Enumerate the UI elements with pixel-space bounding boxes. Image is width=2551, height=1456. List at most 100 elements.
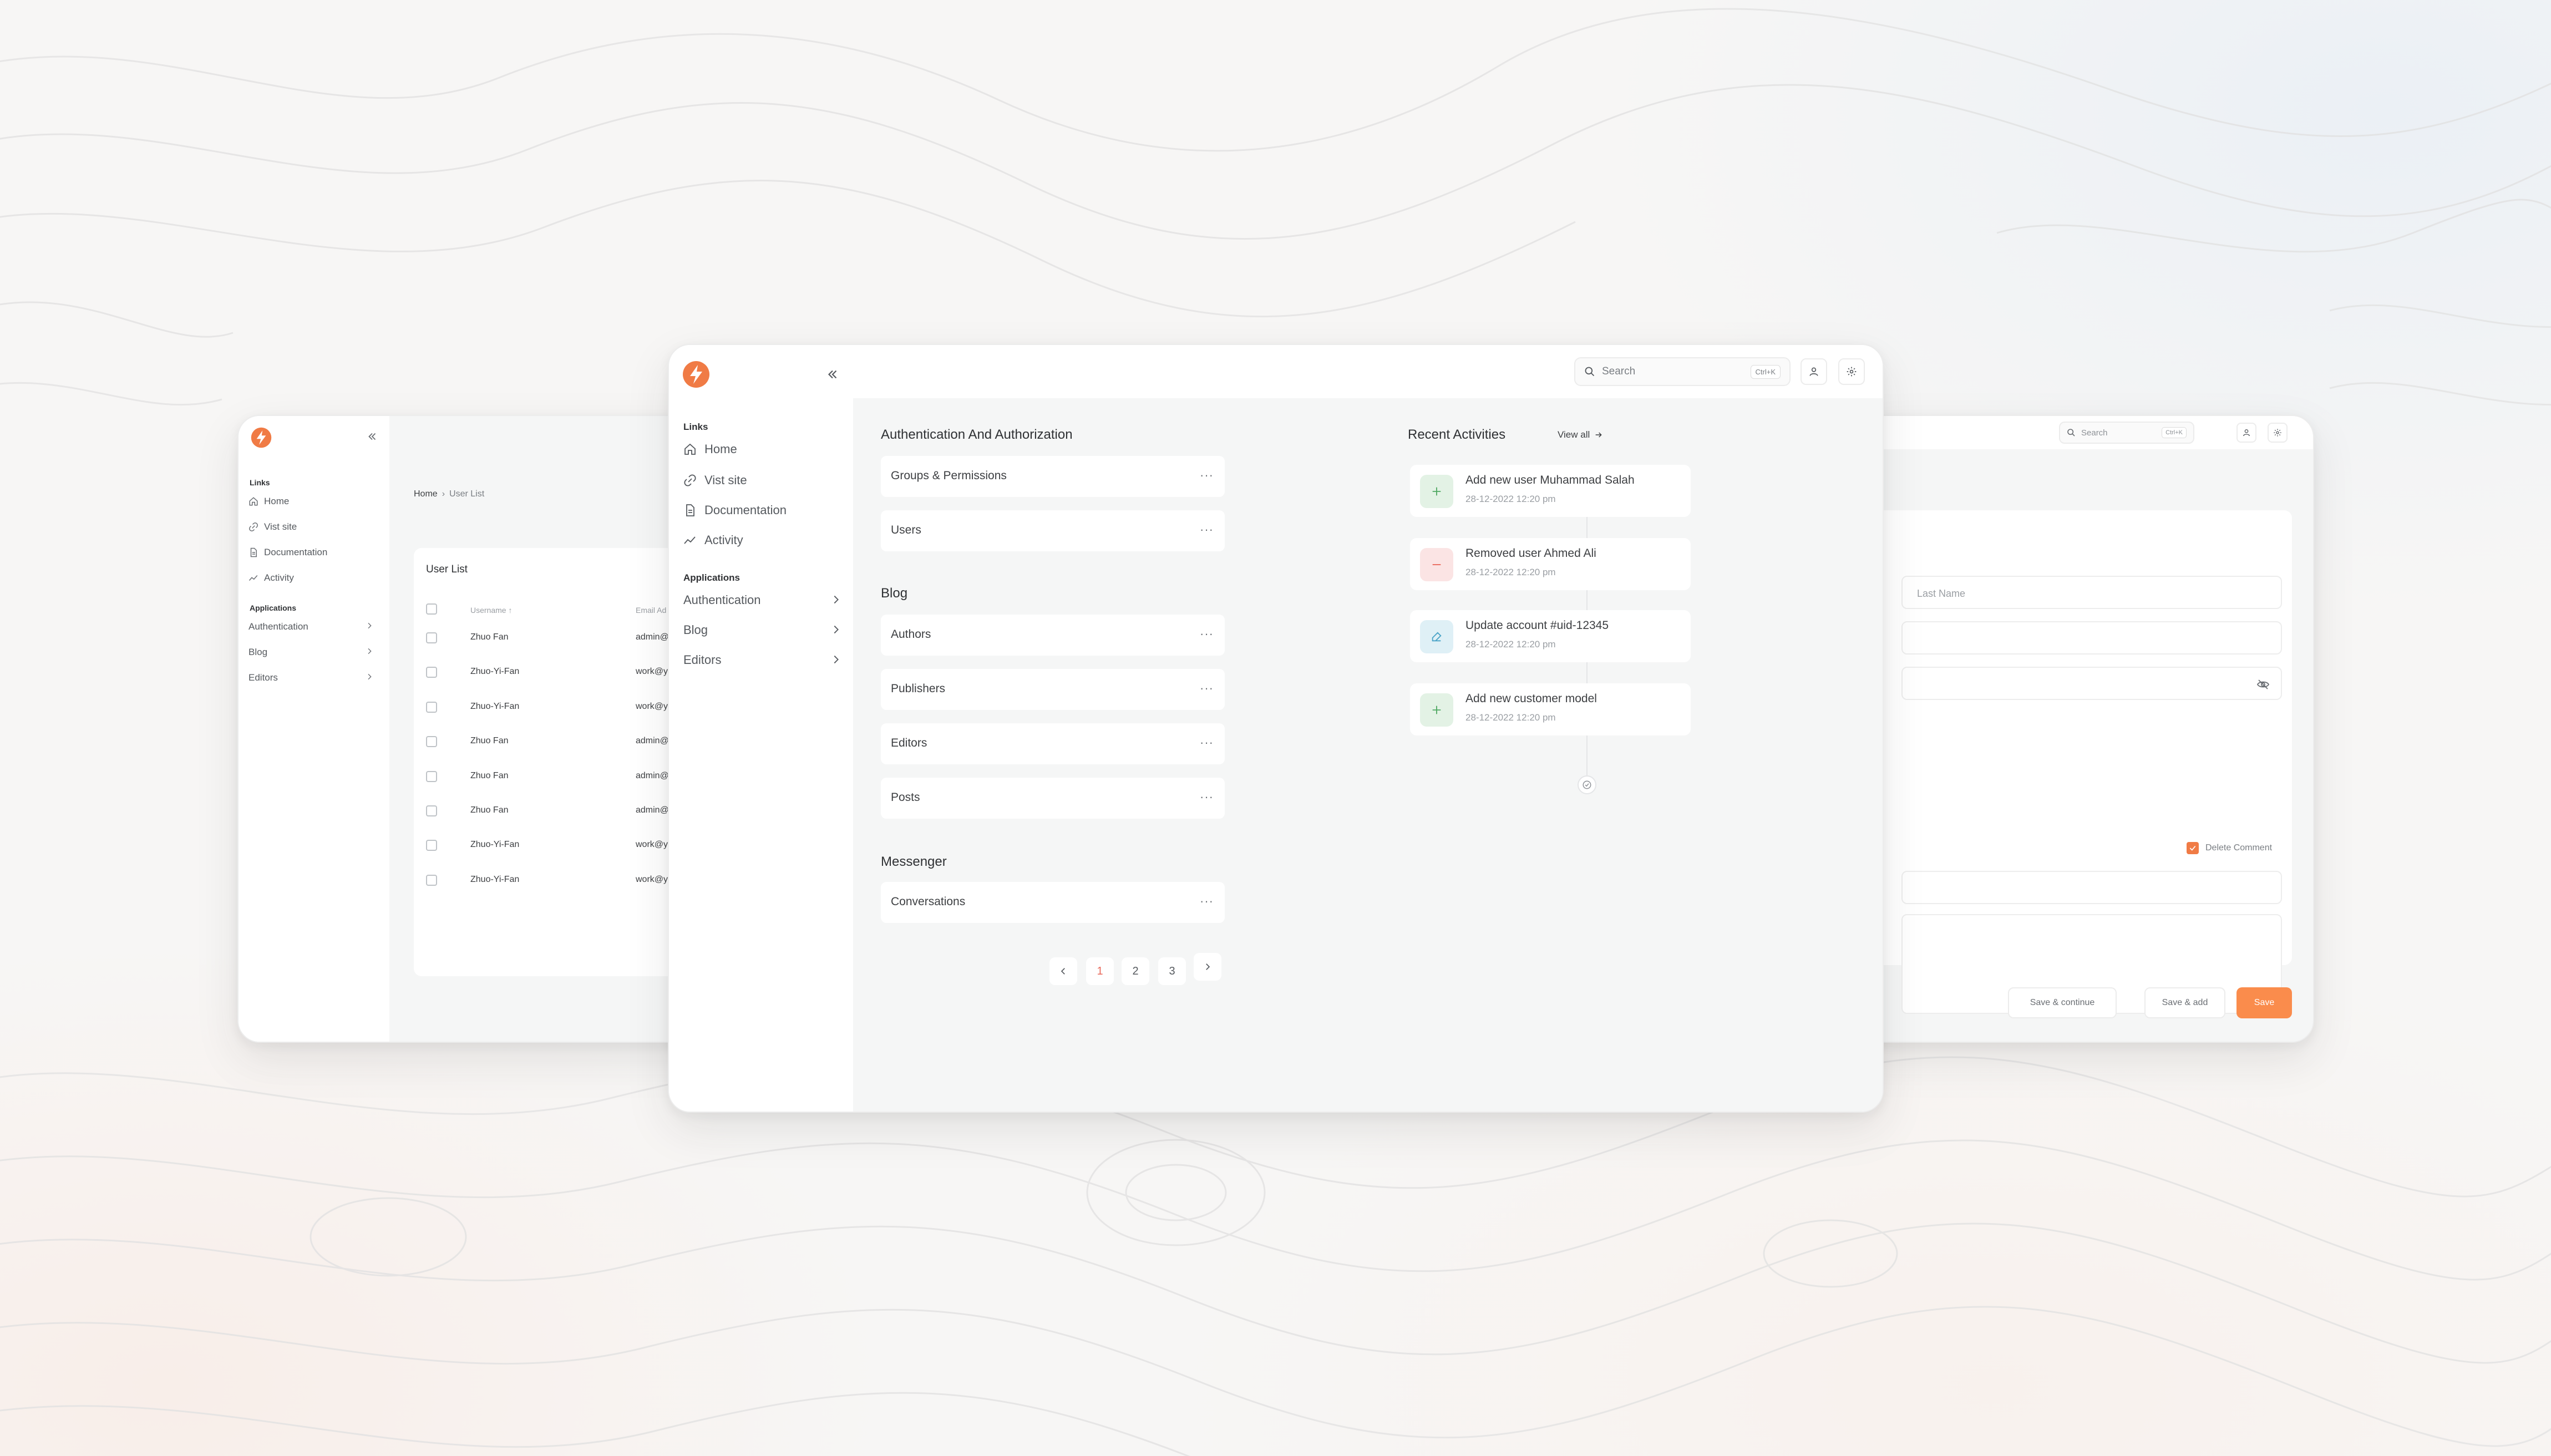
more-options-icon[interactable]: ···: [1200, 681, 1214, 696]
column-header-email[interactable]: Email Ad: [636, 606, 666, 615]
page-2-button[interactable]: 2: [1122, 957, 1149, 985]
row-checkbox[interactable]: [426, 667, 437, 678]
user-menu-button[interactable]: [2236, 423, 2256, 443]
username-cell: Zhuo-Yi-Fan: [470, 840, 520, 849]
save-add-button[interactable]: Save & add: [2144, 987, 2225, 1018]
activity-item[interactable]: Update account #uid-12345 28-12-2022 12:…: [1410, 610, 1691, 662]
list-item-conversations[interactable]: Conversations ···: [881, 882, 1225, 923]
arrow-right-icon: [1594, 430, 1603, 439]
plus-icon: [1420, 475, 1453, 508]
collapse-sidebar-icon[interactable]: [825, 367, 840, 382]
more-options-icon[interactable]: ···: [1200, 627, 1214, 641]
more-options-icon[interactable]: ···: [1200, 522, 1214, 537]
search-input[interactable]: Search Ctrl+K: [2059, 422, 2194, 444]
collapse-sidebar-icon[interactable]: [366, 430, 378, 443]
sidebar-item-blog[interactable]: Blog: [683, 620, 844, 640]
list-item-publishers[interactable]: Publishers ···: [881, 669, 1225, 710]
activity-item[interactable]: Add new customer model 28-12-2022 12:20 …: [1410, 683, 1691, 735]
save-continue-button[interactable]: Save & continue: [2008, 987, 2117, 1018]
email-cell: work@y: [636, 840, 668, 849]
more-options-icon[interactable]: ···: [1200, 790, 1214, 804]
search-placeholder: Search: [2081, 428, 2108, 438]
sidebar-item-home[interactable]: Home: [683, 439, 844, 459]
sidebar-item-authentication[interactable]: Authentication: [683, 590, 844, 610]
row-checkbox[interactable]: [426, 840, 437, 851]
timeline-end-icon: [1578, 775, 1596, 794]
sidebar-item-documentation[interactable]: Documentation: [683, 500, 844, 520]
list-item-users[interactable]: Users ···: [881, 510, 1225, 551]
email-cell: work@y: [636, 875, 668, 884]
sidebar-item-documentation[interactable]: Documentation: [248, 545, 376, 560]
more-options-icon[interactable]: ···: [1200, 894, 1214, 909]
user-menu-button[interactable]: [1801, 358, 1827, 385]
more-options-icon[interactable]: ···: [1200, 735, 1214, 750]
breadcrumb: Home › User List: [414, 489, 484, 499]
delete-comment-checkbox[interactable]: Delete Comment: [2187, 842, 2272, 854]
list-item-authors[interactable]: Authors ···: [881, 615, 1225, 656]
more-options-icon[interactable]: ···: [1200, 468, 1214, 483]
row-checkbox[interactable]: [426, 805, 437, 816]
list-item-posts[interactable]: Posts ···: [881, 778, 1225, 819]
column-header-username[interactable]: Username ↑: [470, 606, 512, 615]
edit-form-window: Search Ctrl+K Last Name Delete Comment S…: [1847, 415, 2314, 1043]
item-label: Groups & Permissions: [891, 469, 1007, 482]
sidebar-item-home[interactable]: Home: [248, 494, 376, 509]
sidebar-item-activity[interactable]: Activity: [248, 570, 376, 586]
breadcrumb-home[interactable]: Home: [414, 489, 438, 499]
search-icon: [1584, 366, 1595, 377]
home-icon: [683, 443, 697, 456]
applications-section-title: Applications: [250, 603, 297, 612]
text-field[interactable]: [1901, 871, 2282, 904]
row-checkbox[interactable]: [426, 736, 437, 747]
search-input[interactable]: Search Ctrl+K: [1574, 357, 1791, 386]
list-item-groups-permissions[interactable]: Groups & Permissions ···: [881, 456, 1225, 497]
page-3-button[interactable]: 3: [1158, 957, 1186, 985]
plus-icon: [1420, 693, 1453, 727]
row-checkbox[interactable]: [426, 771, 437, 782]
sidebar-item-editors[interactable]: Editors: [683, 650, 844, 670]
last-name-placeholder: Last Name: [1917, 588, 1966, 599]
activity-item[interactable]: Add new user Muhammad Salah 28-12-2022 1…: [1410, 465, 1691, 517]
checkbox-checked[interactable]: [2187, 842, 2199, 854]
select-all-checkbox[interactable]: [426, 603, 437, 615]
breadcrumb-separator: ›: [442, 489, 445, 499]
activity-icon: [248, 573, 258, 583]
next-page-button[interactable]: [1194, 953, 1221, 981]
email-cell: work@y: [636, 667, 668, 676]
sidebar-item-label: Activity: [704, 533, 743, 547]
last-name-field[interactable]: Last Name: [1901, 576, 2282, 609]
row-checkbox[interactable]: [426, 875, 437, 886]
activity-text: Add new customer model: [1465, 692, 1597, 705]
prev-page-button[interactable]: [1049, 957, 1077, 985]
username-cell: Zhuo-Yi-Fan: [470, 667, 520, 676]
row-checkbox[interactable]: [426, 702, 437, 713]
password-field[interactable]: [1901, 667, 2282, 700]
sidebar-item-visit-site[interactable]: Vist site: [683, 470, 844, 490]
sidebar-item-authentication[interactable]: Authentication: [248, 619, 376, 635]
eye-off-icon[interactable]: [2256, 678, 2270, 691]
sidebar-item-blog[interactable]: Blog: [248, 645, 376, 660]
settings-button[interactable]: [2268, 423, 2288, 443]
activity-text: Add new user Muhammad Salah: [1465, 474, 1635, 486]
username-cell: Zhuo-Yi-Fan: [470, 702, 520, 711]
activity-date: 28-12-2022 12:20 pm: [1465, 639, 1556, 650]
save-button[interactable]: Save: [2236, 987, 2292, 1018]
recent-activities-title: Recent Activities: [1408, 427, 1506, 442]
view-all-link[interactable]: View all: [1558, 429, 1603, 440]
logo-icon[interactable]: [682, 361, 710, 388]
sidebar-item-activity[interactable]: Activity: [683, 530, 844, 550]
settings-button[interactable]: [1838, 358, 1865, 385]
activity-item[interactable]: Removed user Ahmed Ali 28-12-2022 12:20 …: [1410, 538, 1691, 590]
sidebar-item-label: Home: [264, 496, 290, 506]
row-checkbox[interactable]: [426, 632, 437, 643]
sidebar-item-label: Blog: [683, 623, 708, 637]
list-item-editors[interactable]: Editors ···: [881, 723, 1225, 764]
group-title-messenger: Messenger: [881, 854, 947, 869]
sidebar-item-editors[interactable]: Editors: [248, 670, 376, 686]
chevron-right-icon: [830, 623, 842, 636]
page-1-button[interactable]: 1: [1086, 957, 1114, 985]
sidebar-item-visit-site[interactable]: Vist site: [248, 519, 376, 535]
logo-icon[interactable]: [251, 427, 272, 448]
text-field[interactable]: [1901, 621, 2282, 655]
username-cell: Zhuo Fan: [470, 805, 509, 815]
